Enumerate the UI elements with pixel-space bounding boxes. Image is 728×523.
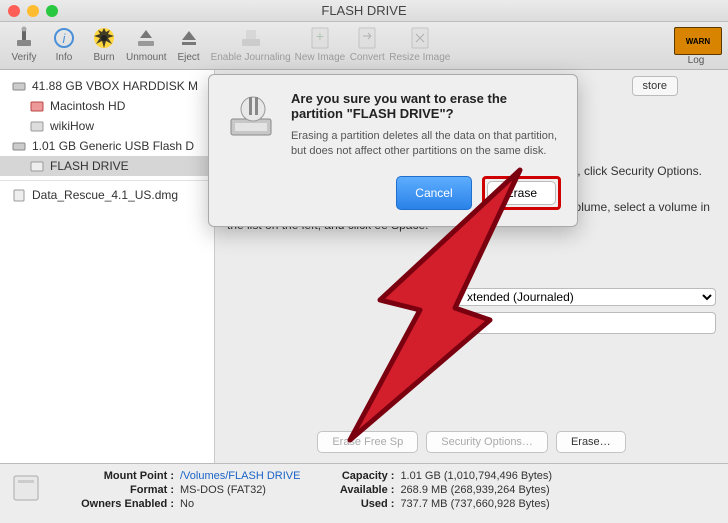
- volume-large-icon: [12, 470, 40, 506]
- toolbar-verify[interactable]: Verify: [6, 25, 42, 63]
- mount-point-link[interactable]: /Volumes/FLASH DRIVE: [180, 470, 300, 482]
- titlebar: FLASH DRIVE: [0, 0, 728, 22]
- disk-icon: [12, 139, 26, 153]
- name-field[interactable]: [456, 312, 716, 334]
- toolbar-convert[interactable]: Convert: [349, 25, 385, 63]
- volume-icon: [30, 159, 44, 173]
- toolbar-enable-journaling[interactable]: Enable Journaling: [211, 25, 291, 63]
- toolbar-burn[interactable]: Burn: [86, 25, 122, 63]
- eject-icon: [176, 25, 202, 51]
- erase-button-highlight: Erase: [482, 176, 561, 210]
- dialog-cancel-button[interactable]: Cancel: [396, 176, 471, 210]
- volume-icon: [30, 99, 44, 113]
- dialog-heading: Are you sure you want to erase the parti…: [291, 91, 561, 121]
- toolbar-eject[interactable]: Eject: [171, 25, 207, 63]
- disk-utility-window: FLASH DRIVE Verify i Info Burn Unmount E…: [0, 0, 728, 523]
- sidebar-disk-vbox[interactable]: 41.88 GB VBOX HARDDISK M: [0, 76, 214, 96]
- info-icon: i: [51, 25, 77, 51]
- toolbar-info[interactable]: i Info: [46, 25, 82, 63]
- security-options-button[interactable]: Security Options…: [426, 431, 548, 453]
- new-image-icon: +: [307, 25, 333, 51]
- sidebar-volume-flash-drive[interactable]: FLASH DRIVE: [0, 156, 214, 176]
- convert-icon: [354, 25, 380, 51]
- warning-badge: WARN: [674, 27, 722, 55]
- dialog-body-text: Erasing a partition deletes all the data…: [291, 129, 561, 160]
- dmg-icon: [12, 188, 26, 202]
- window-title: FLASH DRIVE: [0, 3, 728, 18]
- format-select[interactable]: xtended (Journaled): [456, 288, 716, 306]
- toolbar-log[interactable]: Log: [688, 55, 705, 66]
- close-icon[interactable]: [8, 5, 20, 17]
- minimize-icon[interactable]: [27, 5, 39, 17]
- toolbar: Verify i Info Burn Unmount Eject Enable …: [0, 22, 728, 70]
- sidebar-disk-usb[interactable]: 1.01 GB Generic USB Flash D: [0, 136, 214, 156]
- sidebar-volume-wikihow[interactable]: wikiHow: [0, 116, 214, 136]
- toolbar-resize-image[interactable]: Resize Image: [389, 25, 450, 63]
- volume-icon: [30, 119, 44, 133]
- zoom-icon[interactable]: [46, 5, 58, 17]
- sidebar-volume-macintosh-hd[interactable]: Macintosh HD: [0, 96, 214, 116]
- svg-text:i: i: [63, 31, 67, 46]
- tab-restore[interactable]: store: [632, 76, 678, 96]
- details-pane: Mount Point :/Volumes/FLASH DRIVE Format…: [0, 463, 728, 523]
- sidebar: 41.88 GB VBOX HARDDISK M Macintosh HD wi…: [0, 70, 215, 463]
- erase-confirmation-dialog: Are you sure you want to erase the parti…: [208, 74, 578, 227]
- disk-icon: [12, 79, 26, 93]
- erase-button[interactable]: Erase…: [556, 431, 626, 453]
- window-controls: [8, 5, 58, 17]
- toolbar-unmount[interactable]: Unmount: [126, 25, 167, 63]
- erase-free-space-button[interactable]: Erase Free Sp: [317, 431, 418, 453]
- verify-icon: [11, 25, 37, 51]
- dialog-erase-button[interactable]: Erase: [487, 181, 556, 205]
- svg-text:+: +: [316, 28, 324, 44]
- sidebar-dmg[interactable]: Data_Rescue_4.1_US.dmg: [0, 185, 214, 205]
- disk-utility-app-icon: [225, 91, 277, 143]
- resize-icon: [407, 25, 433, 51]
- burn-icon: [91, 25, 117, 51]
- journaling-icon: [238, 25, 264, 51]
- unmount-icon: [133, 25, 159, 51]
- toolbar-new-image[interactable]: + New Image: [295, 25, 346, 63]
